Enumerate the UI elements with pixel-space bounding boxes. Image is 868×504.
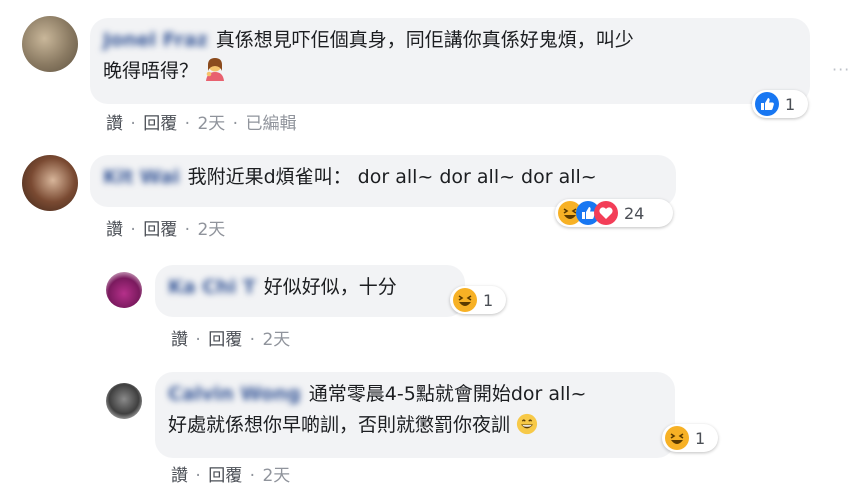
separator: · xyxy=(195,466,201,486)
comment-actions: 讚 · 回覆 · 2天 xyxy=(171,325,290,350)
separator: · xyxy=(249,330,256,350)
reaction-count: 1 xyxy=(695,428,706,448)
reply-button[interactable]: 回覆 xyxy=(143,114,177,134)
separator: · xyxy=(130,114,136,134)
comment-text-line-1: 真係想見吓佢個真身，同佢講你真係好鬼煩，叫少 xyxy=(215,29,634,51)
comment-actions: 讚 · 回覆 · 2天 · 已編輯 xyxy=(106,109,296,134)
like-button[interactable]: 讚 xyxy=(106,114,123,134)
separator: · xyxy=(184,220,191,240)
reply-button[interactable]: 回覆 xyxy=(208,466,242,486)
comment-author[interactable]: Jonel Fraz xyxy=(103,25,208,56)
more-options-icon[interactable]: ··· xyxy=(832,60,850,79)
timestamp[interactable]: 2天 xyxy=(197,220,225,240)
reaction-count: 24 xyxy=(624,203,645,223)
reply-button[interactable]: 回覆 xyxy=(208,330,242,350)
like-reaction-icon xyxy=(755,92,779,116)
grinning-emoji xyxy=(516,413,538,445)
separator: · xyxy=(232,114,239,134)
haha-reaction-icon xyxy=(453,288,477,312)
separator: · xyxy=(249,466,256,486)
timestamp[interactable]: 2天 xyxy=(262,330,290,350)
reaction-summary[interactable]: 1 xyxy=(752,90,808,118)
comment-text-line-2: 好處就係想你早啲訓，否則就懲罰你夜訓 xyxy=(168,414,511,436)
haha-reaction-icon xyxy=(665,426,689,450)
comment-text: 我附近果d煩雀叫： dor all~ dor all~ dor all~ xyxy=(187,166,597,188)
avatar[interactable] xyxy=(22,16,78,72)
comment-author[interactable]: Calvin Wong xyxy=(168,379,301,410)
woman-shrugging-emoji xyxy=(204,57,226,91)
reply-button[interactable]: 回覆 xyxy=(143,220,177,240)
comment-text-line-1: 通常零晨4-5點就會開始dor all~ xyxy=(308,383,587,405)
reaction-summary[interactable]: 1 xyxy=(450,286,506,314)
avatar[interactable] xyxy=(106,383,142,419)
comment-author[interactable]: Ka Chi T xyxy=(168,272,256,303)
timestamp[interactable]: 2天 xyxy=(262,466,290,486)
comment-text: 好似好似，十分 xyxy=(263,276,397,298)
comment-bubble: Calvin Wong 通常零晨4-5點就會開始dor all~ 好處就係想你早啲… xyxy=(155,372,675,458)
love-reaction-icon xyxy=(594,201,618,225)
comment-bubble: Ka Chi T 好似好似，十分 xyxy=(155,265,465,317)
avatar[interactable] xyxy=(22,155,78,211)
reaction-count: 1 xyxy=(483,290,494,310)
separator: · xyxy=(130,220,136,240)
comment-actions: 讚 · 回覆 · 2天 xyxy=(106,215,225,240)
reaction-summary[interactable]: 24 xyxy=(555,199,673,227)
comment-author[interactable]: Kit Wai xyxy=(103,162,180,193)
like-button[interactable]: 讚 xyxy=(171,330,188,350)
separator: · xyxy=(184,114,191,134)
avatar[interactable] xyxy=(106,272,142,308)
timestamp[interactable]: 2天 xyxy=(197,114,225,134)
like-button[interactable]: 讚 xyxy=(106,220,123,240)
like-button[interactable]: 讚 xyxy=(171,466,188,486)
comment-actions: 讚 · 回覆 · 2天 xyxy=(171,461,290,486)
separator: · xyxy=(195,330,201,350)
edited-label[interactable]: 已編輯 xyxy=(245,114,296,134)
reaction-summary[interactable]: 1 xyxy=(662,424,718,452)
reaction-count: 1 xyxy=(785,94,796,114)
comment-text-line-2: 晚得唔得？ xyxy=(103,60,199,82)
comment-bubble: Jonel Fraz 真係想見吓佢個真身，同佢講你真係好鬼煩，叫少 晚得唔得？ xyxy=(90,18,810,104)
